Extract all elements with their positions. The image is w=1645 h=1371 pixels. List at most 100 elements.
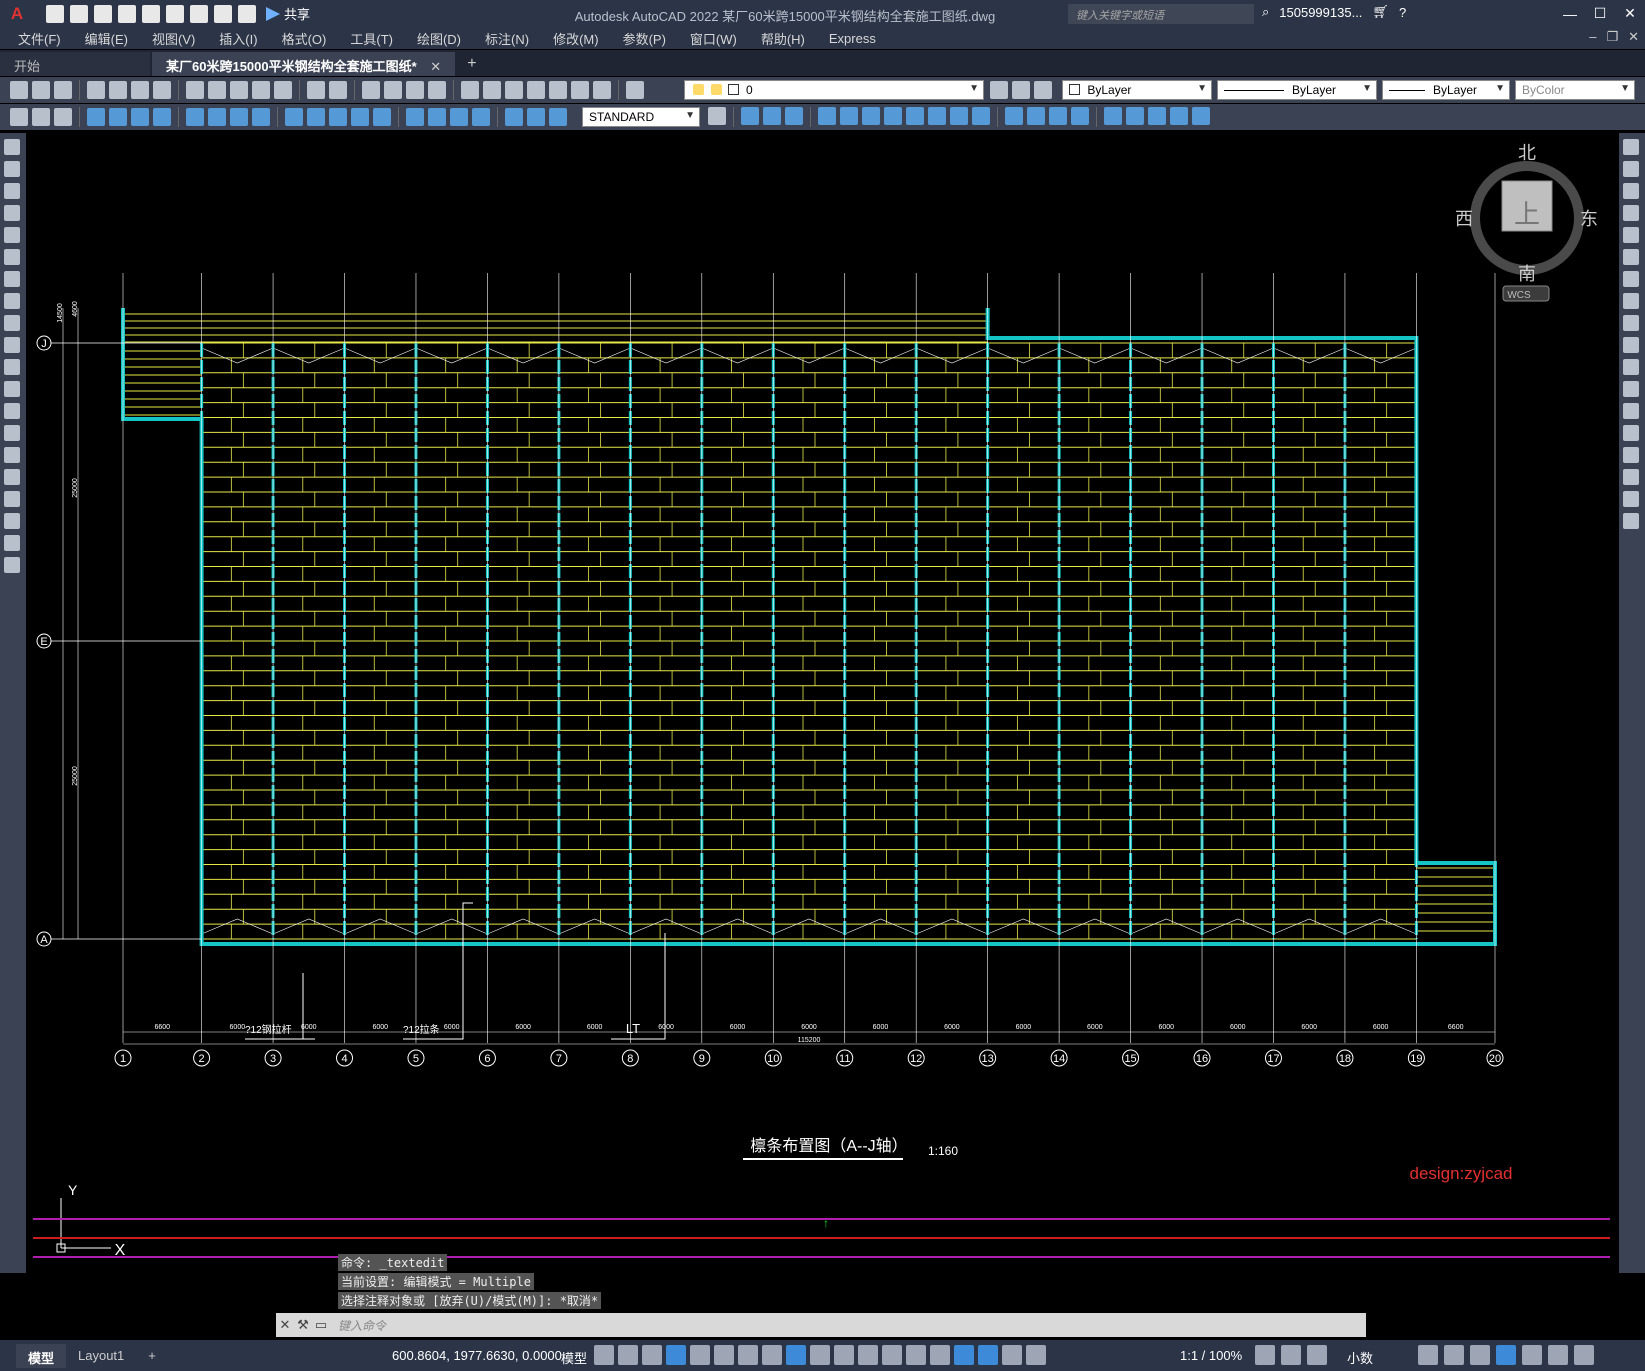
extrude-icon[interactable] [818, 107, 836, 125]
break-at-point-icon[interactable] [1623, 381, 1639, 397]
explode-icon[interactable] [1623, 513, 1639, 529]
copy-object-icon[interactable] [1623, 161, 1639, 177]
save-as-icon[interactable] [118, 4, 136, 23]
trim-icon[interactable] [1623, 337, 1639, 353]
aligned-dimension-icon[interactable] [109, 108, 127, 126]
user-account[interactable]: 1505999135... [1279, 5, 1362, 20]
doc-restore-button[interactable]: ❐ [1606, 29, 1618, 45]
selection-filter-icon[interactable] [930, 1345, 950, 1365]
print-preview-icon[interactable] [109, 81, 127, 99]
menu-item-12[interactable]: Express [829, 31, 876, 46]
stretch-icon[interactable] [1623, 315, 1639, 331]
extend-icon[interactable] [1623, 359, 1639, 375]
menu-item-6[interactable]: 绘图(D) [417, 29, 461, 48]
layer-properties-icon[interactable] [626, 81, 644, 99]
point-icon[interactable] [4, 425, 20, 441]
menu-item-2[interactable]: 视图(V) [152, 29, 195, 48]
polar-tracking-icon[interactable] [714, 1345, 734, 1365]
search-icon[interactable]: ⌕ [1262, 4, 1269, 20]
array-icon[interactable] [1623, 227, 1639, 243]
undo-icon[interactable] [214, 4, 232, 23]
insert-block-icon[interactable] [4, 381, 20, 397]
menu-item-8[interactable]: 修改(M) [553, 29, 599, 48]
cylinder-icon[interactable] [763, 107, 781, 125]
presspull-icon[interactable] [840, 107, 858, 125]
linetype-select[interactable]: ByLayer ▼ [1217, 80, 1377, 100]
thicken-icon[interactable] [1027, 107, 1045, 125]
menu-item-5[interactable]: 工具(T) [350, 29, 393, 48]
tool-palettes-icon[interactable] [505, 81, 523, 99]
plot-icon[interactable] [190, 4, 208, 23]
menu-item-10[interactable]: 窗口(W) [690, 29, 737, 48]
annotation-scale-readout[interactable]: 1:1 / 100% [1180, 1348, 1242, 1363]
shell-icon[interactable] [1071, 107, 1089, 125]
save-icon[interactable] [94, 4, 112, 23]
properties-icon[interactable] [461, 81, 479, 99]
units-readout[interactable]: 小数 [1347, 1348, 1373, 1367]
sweep-icon[interactable] [862, 107, 880, 125]
infer-constraints-icon[interactable] [642, 1345, 662, 1365]
make-block-icon[interactable] [4, 403, 20, 419]
dimension-text-edit-icon[interactable] [527, 108, 545, 126]
check-solid-icon[interactable] [1192, 107, 1210, 125]
tab-drawing[interactable]: 某厂60米跨15000平米钢结构全套施工图纸* ✕ [152, 52, 456, 76]
model-space-toggle[interactable]: 模型 [561, 1348, 587, 1367]
cut-icon[interactable] [186, 81, 204, 99]
tab-start[interactable]: 开始 [0, 52, 150, 76]
multiline-text-icon[interactable] [4, 535, 20, 551]
help-icon[interactable]: ? [1399, 5, 1406, 20]
diameter-dimension-icon[interactable] [230, 108, 248, 126]
rectangle-icon[interactable] [4, 227, 20, 243]
open-file-icon[interactable] [70, 4, 88, 23]
polyline-icon[interactable] [4, 183, 20, 199]
units-icon[interactable] [1307, 1345, 1327, 1365]
line-icon[interactable] [4, 139, 20, 155]
object-snap-tracking-icon[interactable] [762, 1345, 782, 1365]
chamfer-icon[interactable] [1623, 447, 1639, 463]
sheet-set-icon[interactable] [527, 81, 545, 99]
fillet-icon[interactable] [1623, 469, 1639, 485]
add-layout-button[interactable]: + [136, 1344, 168, 1368]
menu-item-7[interactable]: 标注(N) [485, 29, 529, 48]
hardware-acceleration-icon[interactable] [1496, 1345, 1516, 1365]
arc-length-icon[interactable] [131, 108, 149, 126]
dynamic-ucs-icon[interactable] [906, 1345, 926, 1365]
block-editor-icon[interactable] [274, 81, 292, 99]
extract-edges-icon[interactable] [1104, 107, 1122, 125]
export-icon[interactable] [166, 4, 184, 23]
gizmo-icon[interactable] [954, 1345, 974, 1365]
save-icon[interactable] [54, 81, 72, 99]
scale-icon[interactable] [1623, 293, 1639, 309]
cone-icon[interactable] [785, 107, 803, 125]
copy-icon[interactable] [208, 81, 226, 99]
taper-faces-icon[interactable] [1148, 107, 1166, 125]
layer-select[interactable]: 0 ▼ [684, 80, 984, 100]
ellipse-icon[interactable] [4, 337, 20, 353]
add-selected-icon[interactable] [4, 557, 20, 573]
transparency-icon[interactable] [834, 1345, 854, 1365]
viewcube-west[interactable]: 西 [1455, 209, 1473, 229]
dimension-break-icon[interactable] [373, 108, 391, 126]
intersect-icon[interactable] [972, 107, 990, 125]
3d-osnap-icon[interactable] [882, 1345, 902, 1365]
redo-icon[interactable] [329, 81, 347, 99]
redo-icon[interactable] [238, 4, 256, 23]
clean-screen-icon[interactable] [1548, 1345, 1568, 1365]
dimstyle-select[interactable]: STANDARD ▼ [582, 107, 700, 127]
close-command-icon[interactable]: ✕ [276, 1315, 294, 1335]
quick-properties-icon[interactable] [1418, 1345, 1438, 1365]
loft-icon[interactable] [906, 107, 924, 125]
calculator-icon[interactable] [571, 81, 589, 99]
annotation-visibility-icon[interactable] [978, 1345, 998, 1365]
customization-icon[interactable] [1574, 1345, 1594, 1365]
box-icon[interactable] [741, 107, 759, 125]
search-input[interactable]: 键入关键字或短语 [1068, 4, 1254, 24]
dimension-edit-icon[interactable] [505, 108, 523, 126]
quick-dimension-icon[interactable] [285, 108, 303, 126]
tolerance-icon[interactable] [406, 108, 424, 126]
pan-icon[interactable] [362, 81, 380, 99]
layer-states-icon[interactable] [1034, 81, 1052, 99]
break-icon[interactable] [1623, 403, 1639, 419]
ordinate-dimension-icon[interactable] [153, 108, 171, 126]
revision-cloud-icon[interactable] [4, 293, 20, 309]
